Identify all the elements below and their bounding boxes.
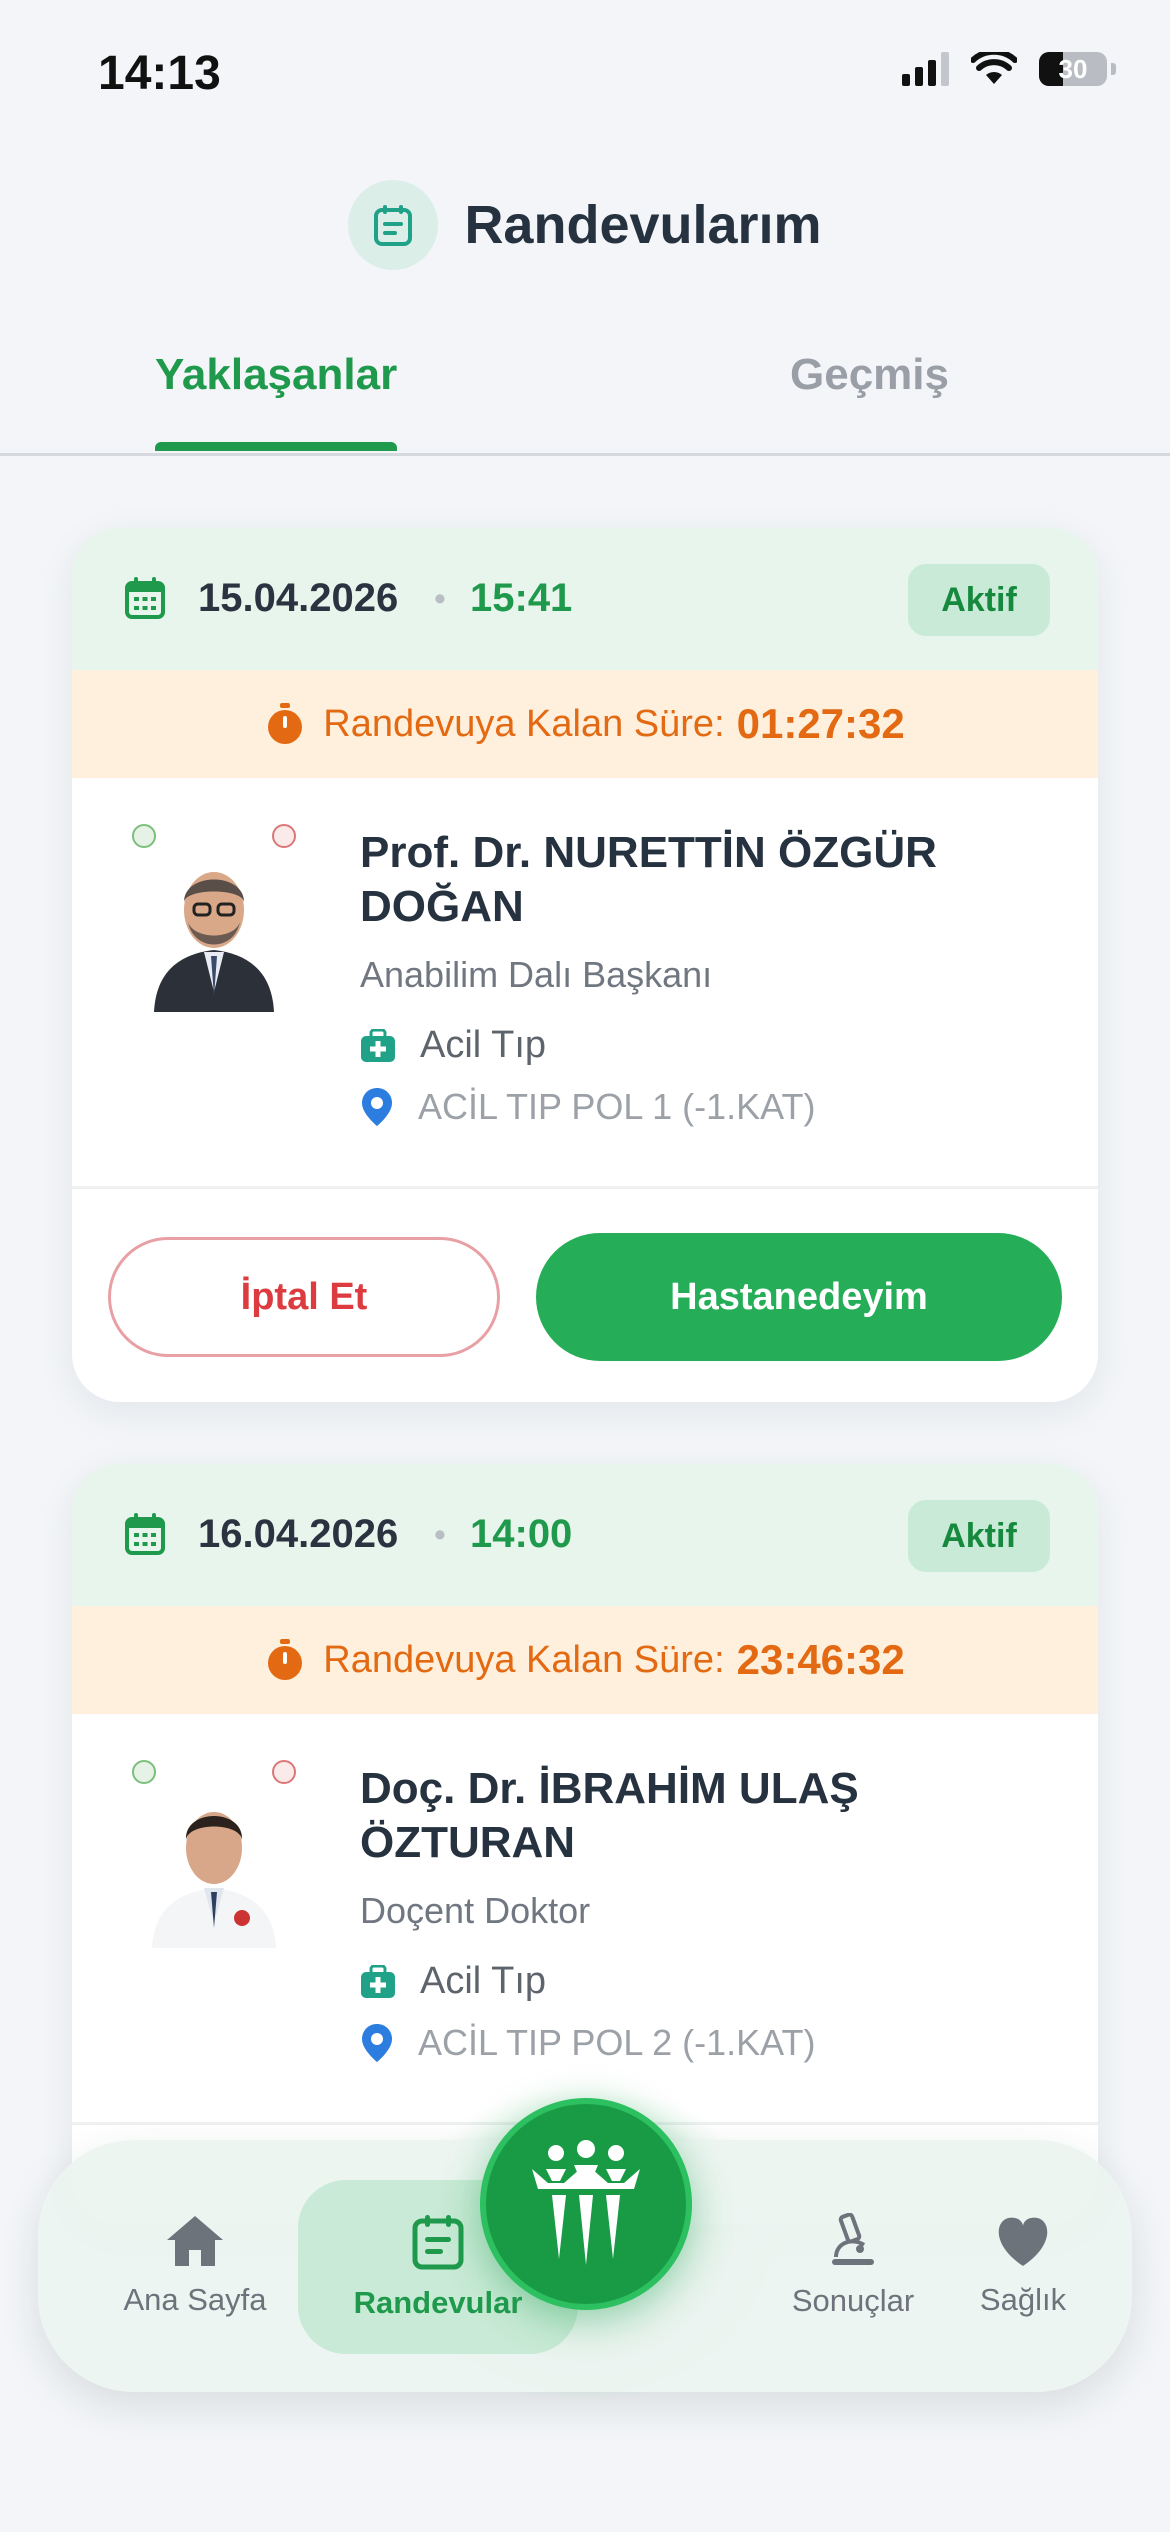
battery-level: 30 — [1058, 53, 1088, 84]
at-hospital-button[interactable]: Hastanedeyim — [536, 1233, 1062, 1361]
nav-home[interactable]: Ana Sayfa — [110, 2140, 280, 2392]
doctor-title: Anabilim Dalı Başkanı — [360, 954, 713, 995]
status-badge: Aktif — [908, 1500, 1050, 1572]
countdown-value: 01:27:32 — [736, 700, 905, 747]
status-bar: 14:13 30 — [0, 0, 1170, 140]
appointment-card-header: 15.04.2026 • 15:41 Aktif — [72, 528, 1098, 670]
tab-active-indicator — [155, 442, 398, 451]
doctor-name: Doç. Dr. İBRAHİM ULAŞ ÖZTURAN — [360, 1764, 859, 1867]
cellular-signal-icon — [902, 52, 949, 86]
doctor-title: Doçent Doktor — [360, 1890, 591, 1931]
nav-appointments-label: Randevular — [353, 2285, 523, 2320]
countdown-value: 23:46:32 — [736, 1636, 905, 1683]
location-name: ACİL TIP POL 1 (-1.KAT) — [418, 1086, 816, 1127]
appointment-card: 15.04.2026 • 15:41 Aktif Randevuya Kalan… — [72, 528, 1098, 1402]
location-row: ACİL TIP POL 2 (-1.KAT) — [360, 2022, 815, 2064]
tab-upcoming[interactable]: Yaklaşanlar — [155, 350, 398, 451]
calendar-icon — [125, 577, 165, 619]
stopwatch-icon — [268, 1639, 303, 1680]
tab-bar: Yaklaşanlar Geçmiş — [0, 340, 1170, 456]
location-pin-icon — [362, 2024, 392, 2062]
appointment-actions: İptal Et Hastanedeyim — [72, 1189, 1098, 1402]
doctor-info: Prof. Dr. NURETTİN ÖZGÜR DOĞAN Anabilim … — [72, 778, 1098, 1186]
doctor-photo — [132, 1760, 296, 1948]
countdown-label: Randevuya Kalan Süre: — [323, 702, 725, 745]
department-row: Acil Tıp — [360, 1024, 546, 1067]
appointment-date: 16.04.2026 — [198, 1512, 399, 1556]
page-title: Randevularım — [464, 195, 822, 255]
appointment-time: 14:00 — [470, 1512, 573, 1556]
countdown-banner: Randevuya Kalan Süre: 23:46:32 — [72, 1606, 1098, 1714]
calendar-icon — [125, 1513, 165, 1555]
nav-results[interactable]: Sonuçlar — [768, 2140, 938, 2392]
battery-icon: 30 — [1039, 52, 1107, 86]
home-icon — [167, 2216, 223, 2266]
hospital-logo-icon — [532, 2140, 640, 2265]
department-name: Acil Tıp — [420, 1024, 547, 1066]
medical-kit-icon — [361, 1028, 395, 1062]
tab-past-label: Geçmiş — [790, 350, 949, 399]
department-row: Acil Tıp — [360, 1960, 546, 2003]
stopwatch-icon — [268, 703, 303, 744]
status-icons: 30 — [902, 52, 1116, 86]
microscope-icon — [832, 2213, 874, 2265]
heart-icon — [998, 2217, 1048, 2266]
calendar-note-icon — [348, 180, 439, 270]
department-name: Acil Tıp — [420, 1960, 547, 2002]
nav-health-label: Sağlık — [979, 2282, 1067, 2317]
calendar-note-icon — [412, 2215, 464, 2270]
wifi-icon — [971, 52, 1017, 84]
location-name: ACİL TIP POL 2 (-1.KAT) — [418, 2022, 816, 2063]
separator-dot: • — [434, 580, 446, 618]
center-logo-button[interactable] — [480, 2098, 692, 2310]
doctor-info: Doç. Dr. İBRAHİM ULAŞ ÖZTURAN Doçent Dok… — [72, 1714, 1098, 2122]
status-time: 14:13 — [98, 47, 221, 100]
appointment-card-header: 16.04.2026 • 14:00 Aktif — [72, 1464, 1098, 1606]
nav-results-label: Sonuçlar — [791, 2283, 915, 2318]
appointment-time: 15:41 — [470, 576, 573, 620]
countdown-banner: Randevuya Kalan Süre: 01:27:32 — [72, 670, 1098, 778]
page-header: Randevularım — [0, 180, 1170, 270]
status-badge: Aktif — [908, 564, 1050, 636]
nav-health[interactable]: Sağlık — [948, 2140, 1098, 2392]
doctor-photo — [132, 824, 296, 1012]
cancel-appointment-button[interactable]: İptal Et — [108, 1237, 500, 1357]
location-pin-icon — [362, 1088, 392, 1126]
appointment-date: 15.04.2026 — [198, 576, 399, 620]
location-row: ACİL TIP POL 1 (-1.KAT) — [360, 1086, 815, 1128]
separator-dot: • — [434, 1516, 446, 1554]
nav-home-label: Ana Sayfa — [123, 2282, 267, 2317]
countdown-label: Randevuya Kalan Süre: — [323, 1638, 725, 1681]
tab-past[interactable]: Geçmiş — [790, 350, 949, 400]
medical-kit-icon — [361, 1964, 395, 1998]
tab-upcoming-label: Yaklaşanlar — [155, 350, 398, 399]
doctor-name: Prof. Dr. NURETTİN ÖZGÜR DOĞAN — [360, 828, 937, 931]
